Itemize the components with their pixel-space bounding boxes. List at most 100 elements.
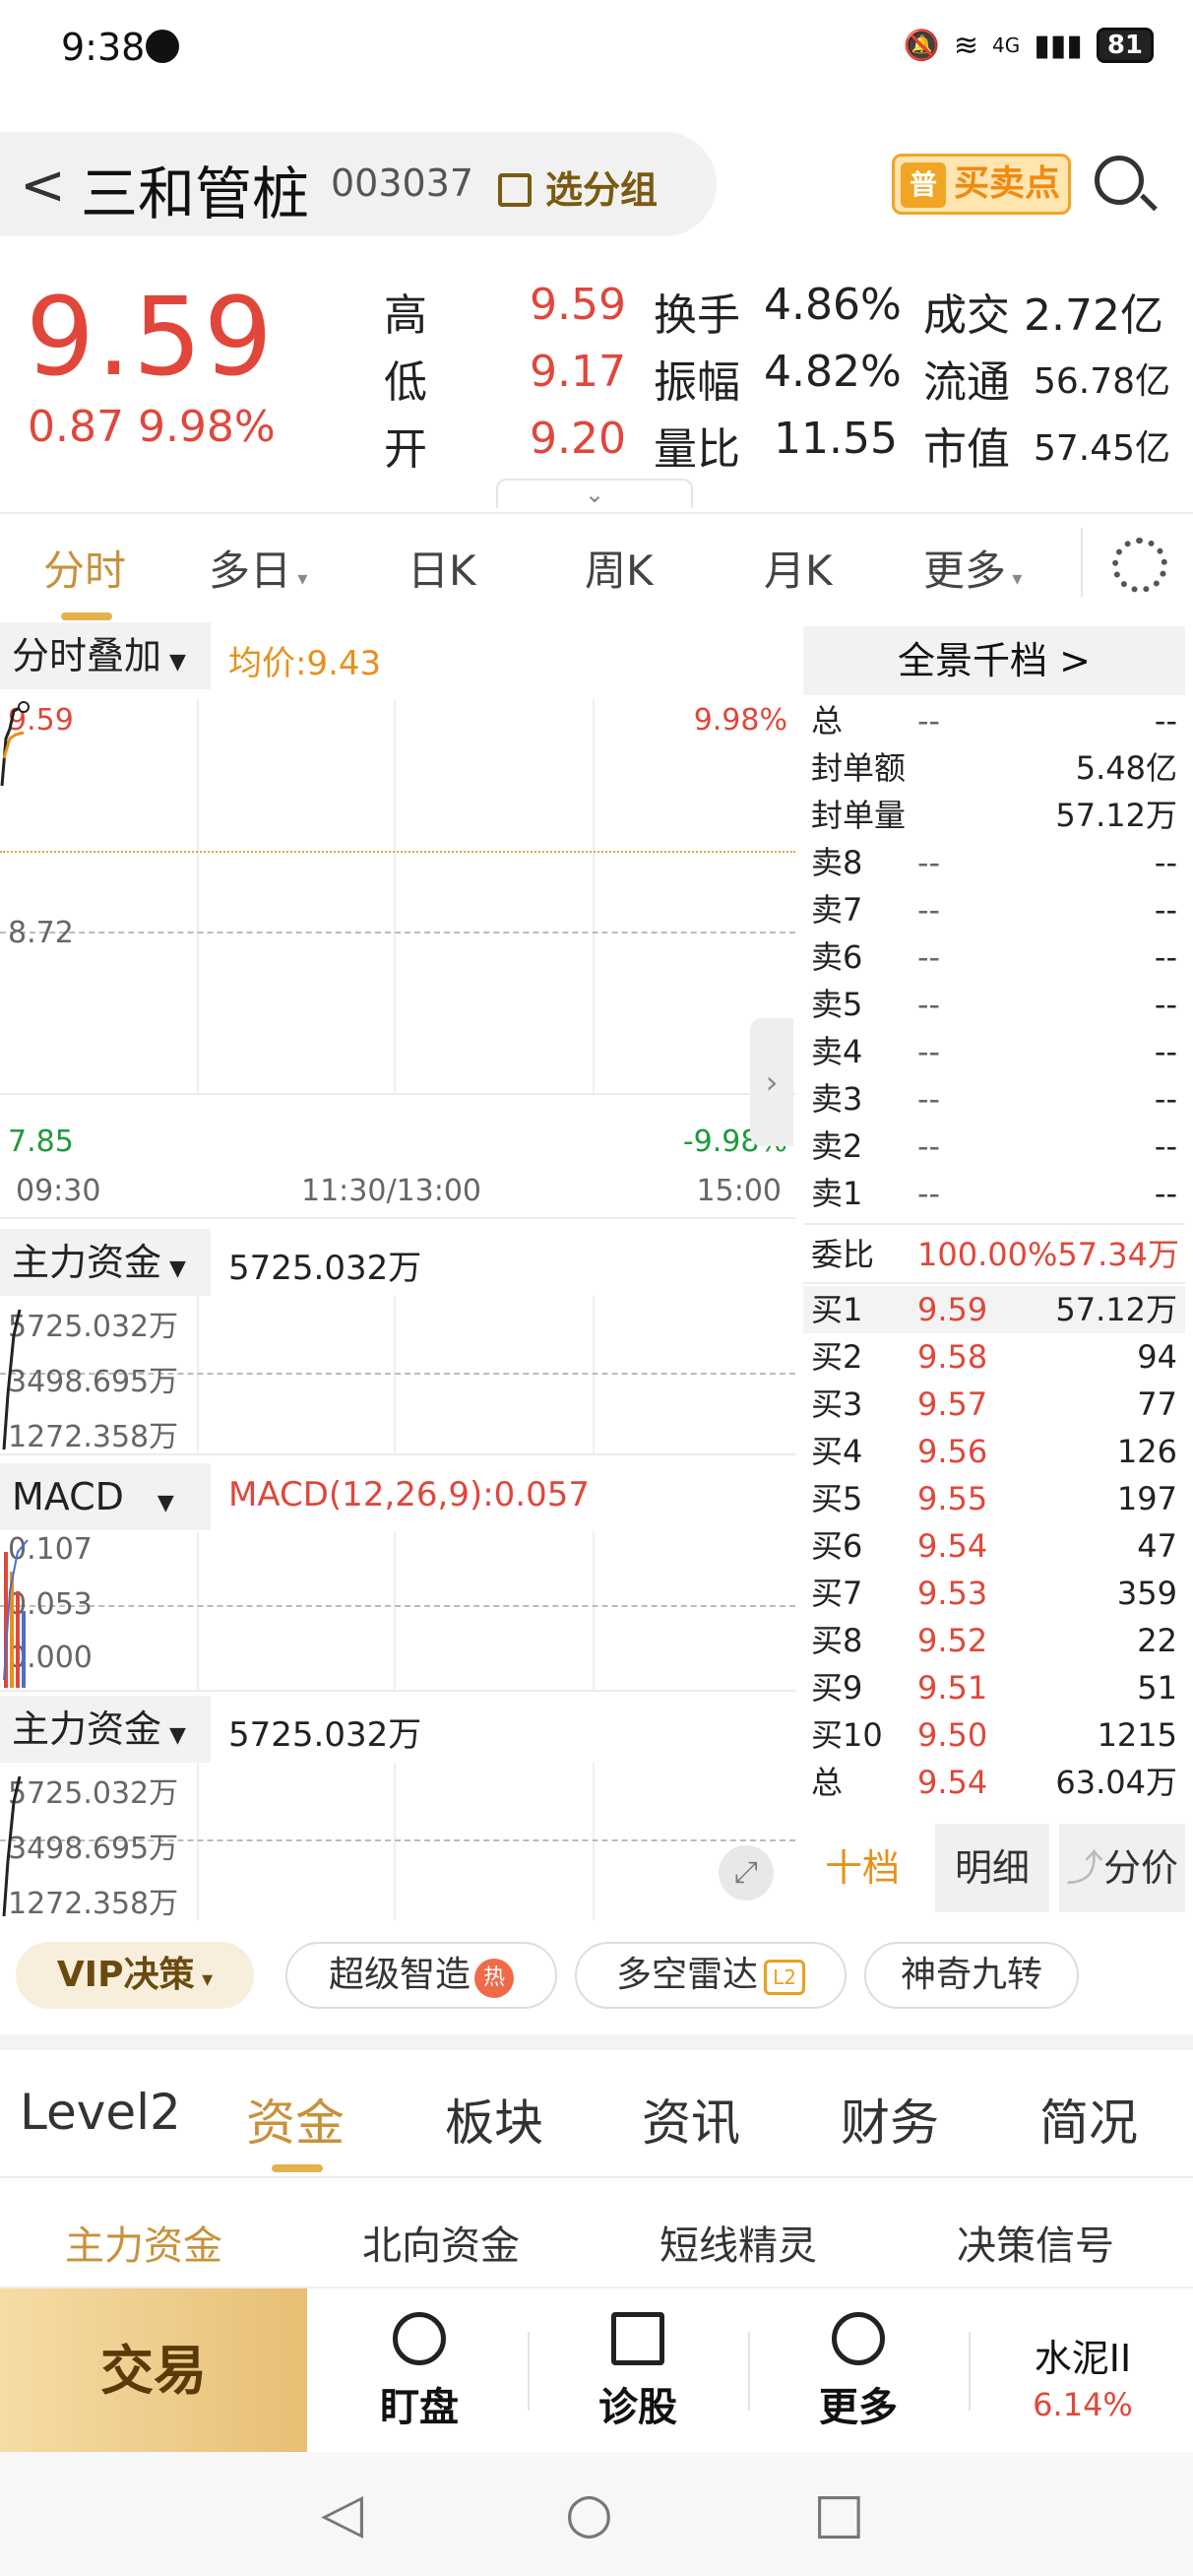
price-distribution-button[interactable]: ⤴分价 [1059,1824,1185,1912]
grid-line [593,1763,595,1920]
row-volume: 126 [1116,1433,1177,1470]
bottom-action-bar: 交易 盯盘 诊股 更多 水泥II 6.14% [0,2286,1193,2454]
row-label: 买3 [811,1385,863,1423]
book-total-row: 总 -- -- [803,697,1185,744]
tab-multi-day[interactable]: 多日 ▾ [209,538,307,598]
tab-funds[interactable]: 资金 [246,2084,345,2155]
select-group-button[interactable]: 选分组 [498,160,658,214]
row-volume: -- [1154,1127,1177,1165]
row-label: 卖7 [811,891,863,929]
panorama-depth-link[interactable]: 全景千档 > [803,626,1185,695]
diagnose-button[interactable]: 诊股 [559,2312,717,2432]
row-volume: -- [1154,986,1177,1023]
macd-value: MACD(12,26,9):0.057 [228,1475,591,1514]
row-volume: 57.12万 [1055,1291,1177,1328]
tab-level2[interactable]: Level2 [20,2084,181,2141]
row-label: 卖1 [811,1175,863,1212]
magic-nine-chip[interactable]: 神奇九转 [864,1942,1079,2009]
chevron-right-icon[interactable]: › [750,1018,793,1146]
search-icon[interactable] [1095,156,1144,205]
subtab-short-term[interactable]: 短线精灵 [659,2214,817,2271]
volume-label: 成交 [923,290,1010,341]
fund2-tick-top: 5725.032万 [8,1776,179,1811]
row-price: 9.50 [917,1716,988,1754]
chart-icon [611,2312,664,2365]
back-nav-icon[interactable]: ◁ [321,2481,363,2545]
row-label: 买2 [811,1338,863,1376]
tab-daily-k[interactable]: 日K [408,538,476,598]
macd-selector[interactable]: MACD ▼ [0,1463,211,1530]
tab-weekly-k[interactable]: 周K [585,538,654,598]
home-nav-icon[interactable]: ○ [565,2481,613,2545]
fund-indicator-selector-2[interactable]: 主力资金 ▼ [0,1696,211,1763]
signal-icon: ▮▮▮ [1034,28,1083,63]
sector-button[interactable]: 水泥II 6.14% [994,2328,1171,2423]
row-label: 委比 [811,1236,875,1273]
row-label: 卖4 [811,1033,863,1070]
sell-row: 卖3 -- -- [803,1075,1185,1123]
fund-tick-mid: 3498.695万 [8,1365,179,1399]
chevron-down-icon[interactable]: ⌄ [496,479,693,508]
row-volume: 359 [1116,1575,1177,1612]
row-price: -- [917,1033,941,1070]
grid-line [0,1217,795,1219]
row-label: 买1 [811,1291,863,1328]
buy-row: 买2 9.58 94 [803,1333,1185,1381]
sell-row: 卖5 -- -- [803,981,1185,1028]
buy-sell-point-button[interactable]: 普 买卖点 [892,154,1071,215]
overlay-selector[interactable]: 分时叠加 ▼ [0,622,211,689]
sector-name: 水泥II [1034,2337,1132,2380]
detail-button[interactable]: 明细 [935,1824,1049,1912]
info-tabs: Level2 资金 板块 资讯 财务 简况 [0,2050,1193,2174]
buy-sell-label: 买卖点 [954,163,1061,204]
bull-bear-radar-chip[interactable]: 多空雷达 L2 [575,1942,847,2009]
row-price: 9.55 [917,1480,988,1517]
super-smart-label: 超级智造 [328,1955,471,1995]
row-label: 买8 [811,1622,863,1659]
row-price: 9.51 [917,1669,988,1707]
stock-code: 003037 [331,161,474,205]
fullscreen-icon[interactable]: ⤢ [719,1845,774,1900]
tab-intraday[interactable]: 分时 [43,538,126,598]
tab-sector[interactable]: 板块 [445,2084,543,2155]
fund-line-2 [2,1775,22,1917]
diagnose-label: 诊股 [598,2385,677,2430]
trade-button[interactable]: 交易 [0,2288,307,2454]
more-label: 更多 [819,2385,898,2430]
more-button[interactable]: 更多 [780,2312,937,2432]
recents-nav-icon[interactable]: □ [813,2481,865,2545]
market-cap-value: 57.45亿 [1034,428,1171,469]
subtab-northbound[interactable]: 北向资金 [362,2214,520,2271]
gear-icon[interactable] [1112,538,1167,593]
watch-button[interactable]: 盯盘 [341,2312,498,2432]
subtab-main-funds[interactable]: 主力资金 [65,2214,222,2271]
tab-finance[interactable]: 财务 [841,2084,939,2155]
tab-more[interactable]: 更多 ▾ [923,538,1022,598]
row-label: 买6 [811,1527,863,1565]
fund-indicator-selector[interactable]: 主力资金 ▼ [0,1229,211,1296]
row-volume: 197 [1116,1480,1177,1517]
divider [1081,528,1083,597]
tab-monthly-k[interactable]: 月K [764,538,833,598]
super-smart-chip[interactable]: 超级智造热 [285,1942,557,2009]
system-nav-bar: ◁ ○ □ [0,2452,1193,2576]
vip-decision-chip[interactable]: VIP决策 ▾ [16,1942,254,2009]
grid-line [593,1296,595,1453]
stock-header: < 三和管桩 003037 选分组 普 买卖点 [0,132,1193,236]
tab-profile[interactable]: 简况 [1039,2084,1138,2155]
ten-level-button[interactable]: 十档 [803,1824,921,1912]
row-label: 卖3 [811,1080,863,1118]
subtab-decision-signal[interactable]: 决策信号 [957,2214,1114,2271]
open-label: 开 [384,424,427,475]
tab-news[interactable]: 资讯 [642,2084,740,2155]
row-volume: 22 [1137,1622,1177,1659]
quote-panel: 9.59 0.87 9.98% 高 9.59 换手 4.86% 成交 2.72亿… [0,266,1193,508]
back-icon[interactable]: < [20,154,66,218]
y-axis-mid: 8.72 [8,916,74,950]
buy-row: 买1 9.59 57.12万 [803,1286,1185,1333]
row-volume: -- [1154,844,1177,881]
avg-price: 均价:9.43 [228,644,382,683]
more-dots-icon [832,2312,885,2365]
row-volume: 57.12万 [1055,797,1177,834]
row-label: 卖2 [811,1127,863,1165]
